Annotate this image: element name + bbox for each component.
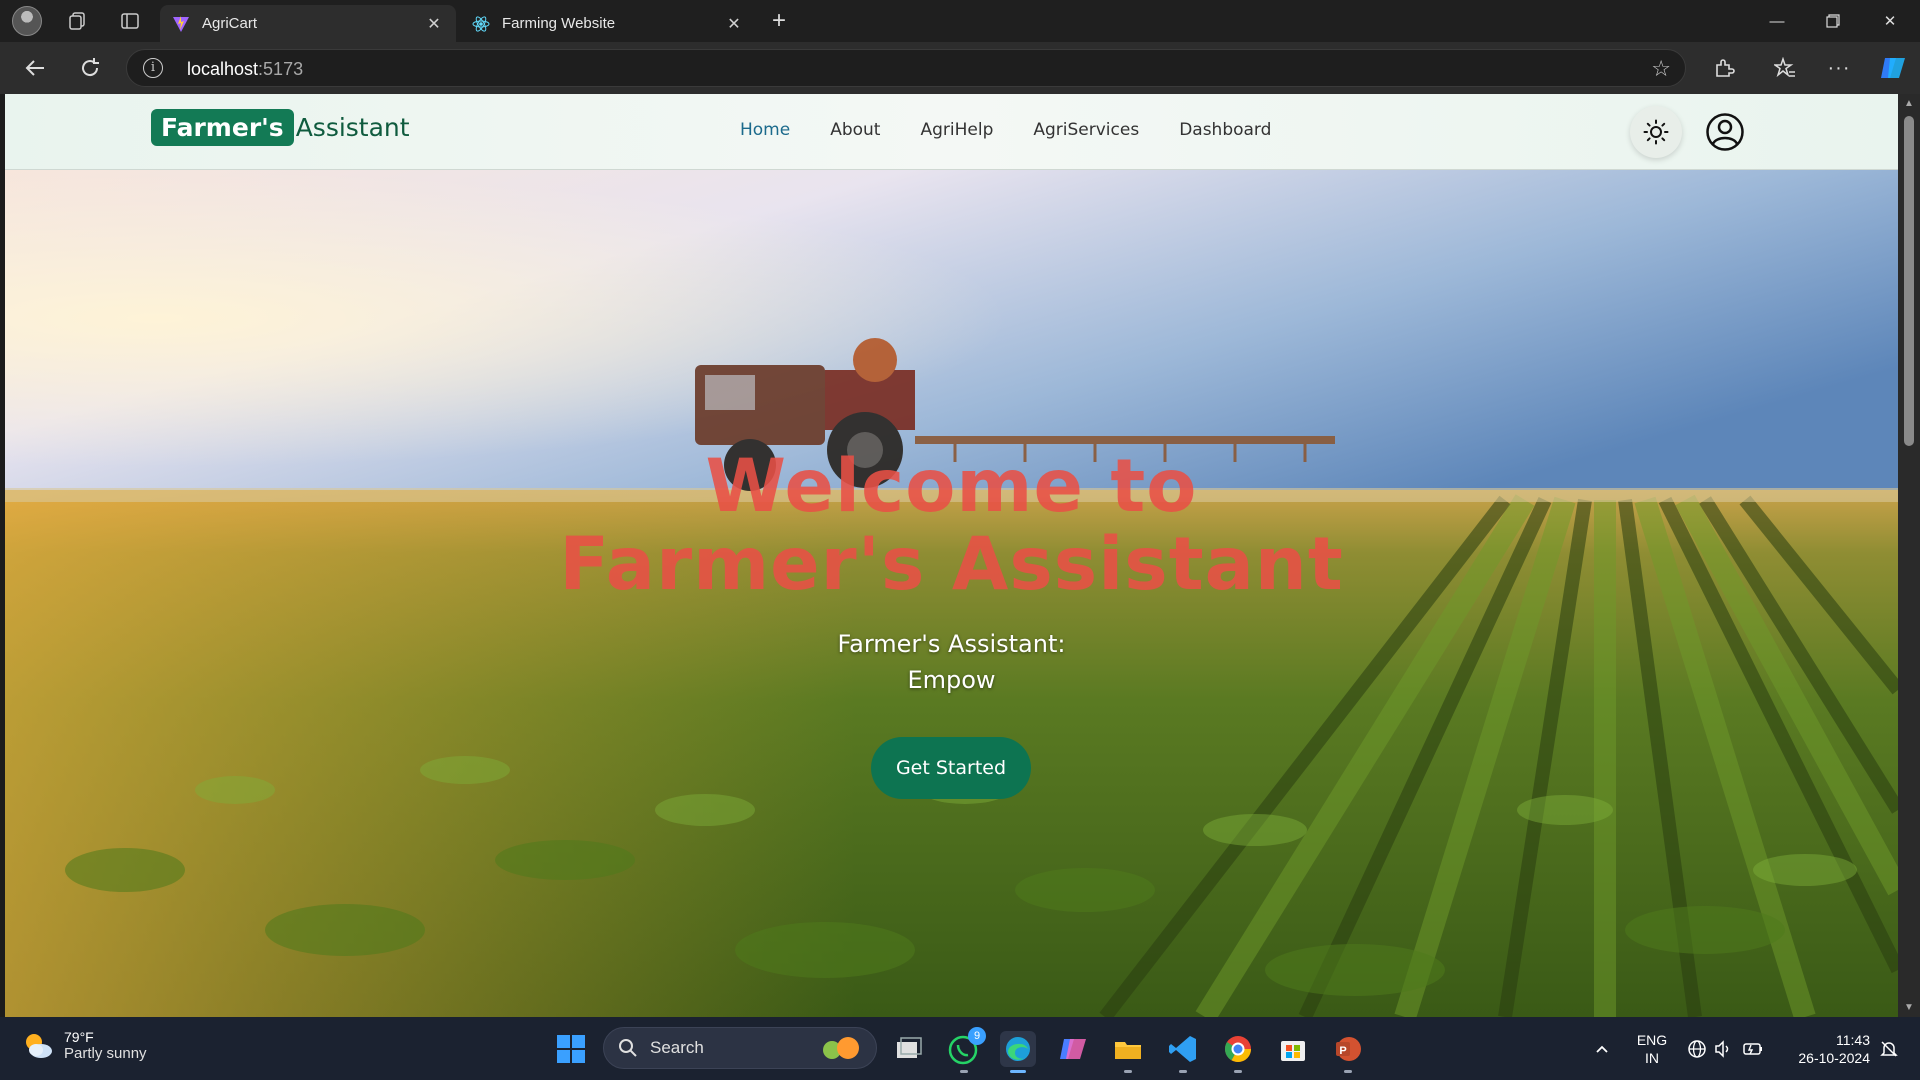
scroll-up-arrow[interactable]: ▲ <box>1903 98 1915 109</box>
chrome-icon[interactable] <box>1220 1031 1256 1073</box>
nav-link-agriservices[interactable]: AgriServices <box>1033 120 1139 140</box>
site-logo[interactable]: Farmer's Assistant <box>151 109 410 146</box>
clock-date: 26-10-2024 <box>1798 1050 1870 1066</box>
close-tab-icon[interactable]: ✕ <box>424 14 444 34</box>
react-icon <box>472 15 490 33</box>
new-tab-button[interactable]: + <box>763 6 795 36</box>
hero-subtitle-line-2: Empow <box>907 666 996 694</box>
logo-text: Assistant <box>295 113 410 142</box>
profile-icon[interactable] <box>12 6 42 36</box>
file-explorer-icon[interactable] <box>1110 1031 1146 1073</box>
tab-agricart[interactable]: AgriCart ✕ <box>160 5 456 42</box>
close-tab-icon[interactable]: ✕ <box>724 14 744 34</box>
edge-browser-icon[interactable] <box>1000 1031 1036 1073</box>
minimize-button[interactable]: — <box>1749 0 1805 42</box>
logo-badge: Farmer's <box>151 109 294 146</box>
hero-title: Welcome to Farmer's Assistant <box>5 448 1898 604</box>
extensions-icon[interactable] <box>1707 53 1741 83</box>
weather-widget[interactable]: 79°F Partly sunny <box>22 1029 147 1062</box>
chevron-up-icon[interactable] <box>1584 1031 1620 1067</box>
restore-button[interactable] <box>1805 0 1861 42</box>
hero-title-line-1: Welcome to <box>705 444 1198 529</box>
weather-condition: Partly sunny <box>64 1045 147 1062</box>
nav-link-home[interactable]: Home <box>740 120 790 140</box>
input-language[interactable]: ENG IN <box>1630 1031 1674 1067</box>
refresh-icon[interactable] <box>73 53 107 83</box>
hero-subtitle-line-1: Farmer's Assistant: <box>837 630 1066 658</box>
windows-start-icon[interactable] <box>553 1031 589 1067</box>
theme-toggle-button[interactable] <box>1630 106 1682 158</box>
powerpoint-icon[interactable]: P <box>1330 1031 1366 1073</box>
search-icon <box>619 1039 637 1057</box>
url-text[interactable]: localhost:5173 <box>187 59 303 80</box>
copilot-app-icon[interactable] <box>1055 1031 1091 1067</box>
volume-icon[interactable] <box>1708 1031 1738 1067</box>
whatsapp-icon[interactable]: 9 <box>946 1027 986 1073</box>
tab-title: Farming Website <box>502 15 616 32</box>
sun-icon <box>1643 119 1669 145</box>
close-window-button[interactable]: ✕ <box>1862 0 1918 42</box>
vscode-icon[interactable] <box>1165 1031 1201 1073</box>
svg-text:P: P <box>1339 1045 1346 1057</box>
nav-link-agrihelp[interactable]: AgriHelp <box>920 120 993 140</box>
back-icon[interactable] <box>18 53 52 83</box>
nav-link-dashboard[interactable]: Dashboard <box>1179 120 1271 140</box>
search-placeholder: Search <box>650 1038 704 1057</box>
browser-toolbar: i localhost:5173 ☆ ··· <box>0 42 1920 94</box>
site-info-icon[interactable]: i <box>143 58 163 78</box>
fruit-highlight-icon <box>823 1037 859 1059</box>
favorite-star-icon[interactable]: ☆ <box>1651 56 1671 82</box>
workspaces-icon[interactable] <box>62 6 92 36</box>
browser-tab-strip: AgriCart ✕ Farming Website ✕ + — ✕ <box>0 0 1920 42</box>
user-account-button[interactable] <box>1703 110 1747 154</box>
hero-subtitle: Farmer's Assistant: Empow <box>5 626 1898 698</box>
windows-taskbar: 79°F Partly sunny Search 9 P ENG IN 11:4… <box>0 1017 1920 1080</box>
vite-icon <box>172 15 190 33</box>
nav-link-about[interactable]: About <box>830 120 880 140</box>
tab-title: AgriCart <box>202 15 258 32</box>
clock-time: 11:43 <box>1836 1032 1870 1048</box>
address-bar[interactable]: i localhost:5173 ☆ <box>126 49 1686 87</box>
clock[interactable]: 11:43 26-10-2024 <box>1778 1031 1870 1067</box>
copilot-icon[interactable] <box>1876 53 1910 83</box>
taskbar-search[interactable]: Search <box>603 1027 877 1069</box>
battery-icon[interactable] <box>1736 1031 1770 1067</box>
site-navbar: Farmer's Assistant Home About AgriHelp A… <box>5 94 1898 170</box>
vertical-tabs-icon[interactable] <box>115 6 145 36</box>
more-menu-icon[interactable]: ··· <box>1822 53 1856 83</box>
hero-content: Welcome to Farmer's Assistant Farmer's A… <box>5 170 1898 1017</box>
microsoft-store-icon[interactable] <box>1275 1031 1311 1067</box>
task-view-icon[interactable] <box>890 1031 926 1067</box>
hero-title-line-2: Farmer's Assistant <box>559 522 1344 607</box>
partly-sunny-icon <box>22 1030 54 1062</box>
tab-farming-website[interactable]: Farming Website ✕ <box>460 5 756 42</box>
whatsapp-badge: 9 <box>968 1027 986 1045</box>
user-avatar-icon <box>1706 113 1744 151</box>
nav-links: Home About AgriHelp AgriServices Dashboa… <box>740 120 1271 140</box>
hero-section: Welcome to Farmer's Assistant Farmer's A… <box>5 170 1898 1017</box>
page-scrollbar[interactable]: ▲ ▼ <box>1898 94 1920 1017</box>
get-started-button[interactable]: Get Started <box>871 737 1031 799</box>
page-viewport: Welcome to Farmer's Assistant Farmer's A… <box>5 94 1898 1017</box>
favorites-icon[interactable] <box>1768 53 1802 83</box>
notifications-bell-icon[interactable] <box>1874 1031 1904 1067</box>
scrollbar-thumb[interactable] <box>1904 116 1914 446</box>
weather-temperature: 79°F <box>64 1029 94 1045</box>
scroll-down-arrow[interactable]: ▼ <box>1903 1002 1915 1013</box>
